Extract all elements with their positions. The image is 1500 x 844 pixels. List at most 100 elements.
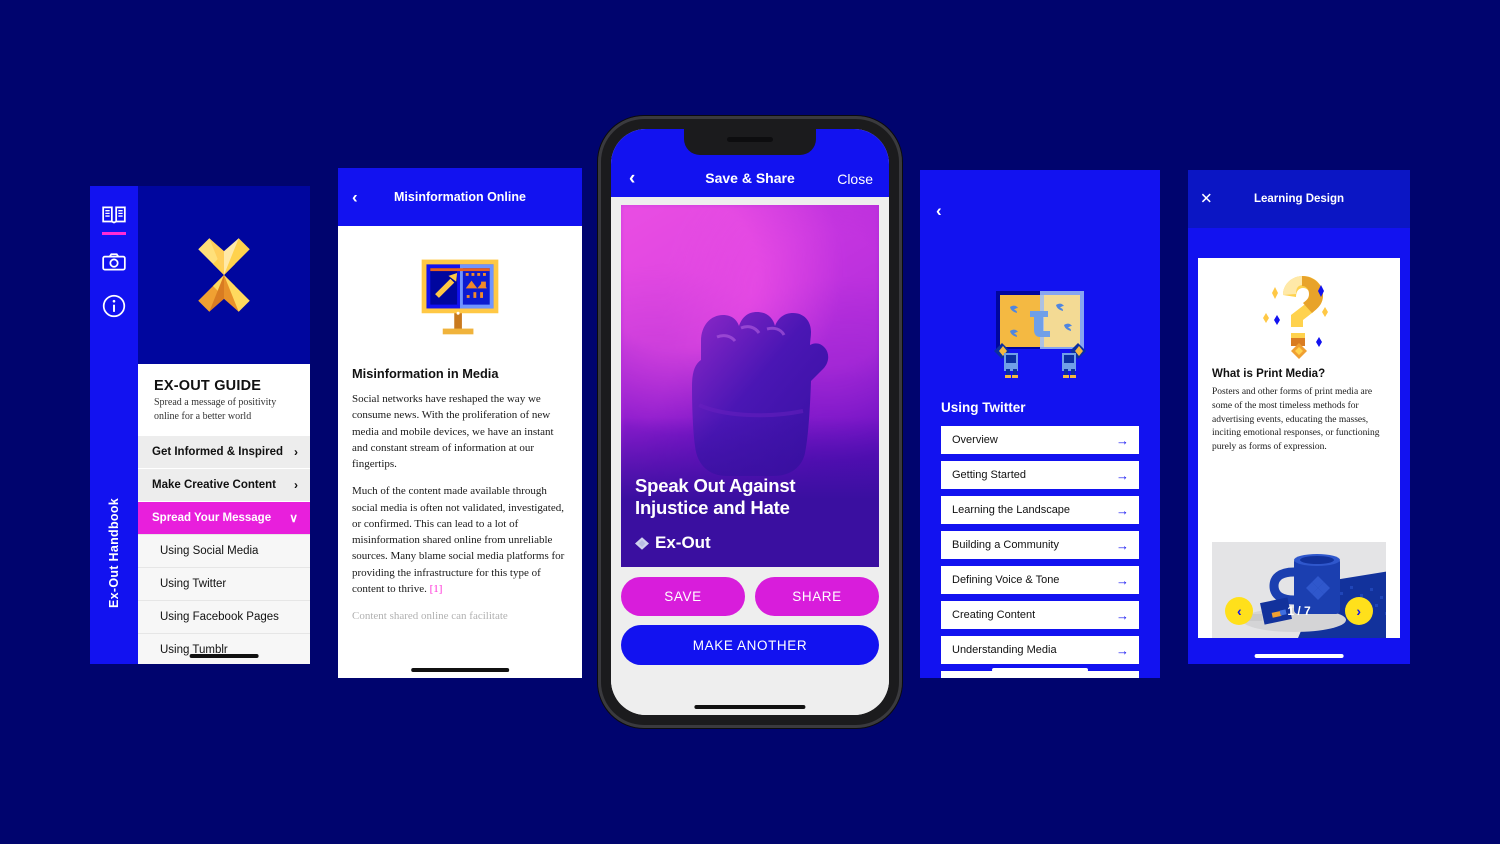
article-paragraph-1: Social networks have reshaped the way we…: [352, 393, 554, 471]
poster-composition: EX-OUT GUIDE Spread a message of positiv…: [0, 0, 1500, 844]
topic-row-creating-content[interactable]: Creating Content →: [941, 601, 1139, 629]
home-indicator: [189, 654, 259, 658]
ex-out-x-logo-icon: [198, 238, 250, 312]
chevron-right-icon: ›: [294, 478, 298, 492]
carousel-next-button[interactable]: ›: [1344, 597, 1373, 625]
topic-row-understanding-media[interactable]: Understanding Media →: [941, 636, 1139, 664]
nav-item-spread-your-message[interactable]: Spread Your Message ∨: [138, 501, 310, 534]
home-indicator: [694, 705, 806, 709]
nav-subitem-using-social-media[interactable]: Using Social Media: [138, 534, 310, 567]
nav-item-label: Get Informed & Inspired: [152, 446, 283, 458]
nav-item-make-creative-content[interactable]: Make Creative Content ›: [138, 468, 310, 501]
make-another-button[interactable]: MAKE ANOTHER: [621, 625, 879, 665]
arrow-right-icon: →: [1116, 502, 1129, 518]
info-icon[interactable]: [101, 293, 127, 319]
ex-out-logo-hero: [138, 186, 310, 364]
close-button[interactable]: Close: [837, 171, 873, 187]
question-mark-icon: [1198, 258, 1400, 368]
vertical-brand-label-text: Ex-Out Handbook: [107, 497, 121, 609]
save-share-body: Speak Out Against Injustice and Hate Ex-…: [611, 197, 889, 715]
chevron-right-icon: ›: [294, 445, 298, 459]
topic-label: Building a Community: [952, 539, 1059, 551]
topic-row-getting-started[interactable]: Getting Started →: [941, 461, 1139, 489]
topic-list: Overview → Getting Started → Learning th…: [941, 426, 1139, 678]
home-indicator: [1254, 654, 1344, 658]
generated-poster[interactable]: Speak Out Against Injustice and Hate Ex-…: [621, 205, 879, 567]
arrow-right-icon: →: [1116, 642, 1129, 658]
topic-row-defining-voice-and-tone[interactable]: Defining Voice & Tone →: [941, 566, 1139, 594]
arrow-right-icon: →: [1116, 467, 1129, 483]
poster-headline: Speak Out Against Injustice and Hate: [635, 474, 796, 518]
arrow-right-icon: →: [1116, 537, 1129, 553]
article-paragraph-3-clipped: Content shared online can facilitate: [352, 610, 508, 623]
article-paragraph-2: Much of the content made available throu…: [352, 483, 568, 597]
home-indicator: [992, 668, 1088, 672]
nav-item-get-informed[interactable]: Get Informed & Inspired ›: [138, 435, 310, 468]
guide-nav-body: EX-OUT GUIDE Spread a message of positiv…: [138, 364, 310, 664]
topic-label: Learning the Landscape: [952, 504, 1071, 516]
poster-action-row: SAVE SHARE: [621, 577, 879, 616]
book-icon[interactable]: [101, 202, 127, 228]
topic-label: Overview: [952, 434, 998, 446]
left-icon-rail: Ex-Out Handbook: [90, 186, 138, 664]
image-carousel-controls: ‹ 1 / 7 ›: [1212, 596, 1386, 626]
arrow-right-icon: →: [1116, 432, 1129, 448]
save-button[interactable]: SAVE: [621, 577, 745, 616]
topic-label: Creating Content: [952, 609, 1036, 621]
topic-row-overview[interactable]: Overview →: [941, 426, 1139, 454]
home-indicator: [411, 668, 509, 672]
back-icon[interactable]: ‹: [629, 169, 635, 188]
topic-label: Defining Voice & Tone: [952, 574, 1060, 586]
article-header: ‹ Misinformation Online: [338, 168, 582, 226]
topic-label: Getting Started: [952, 469, 1026, 481]
back-icon[interactable]: ‹: [352, 189, 358, 206]
learning-design-screen: ✕ Learning Design What is Print Media? P…: [1188, 170, 1410, 664]
page-title: EX-OUT GUIDE: [154, 378, 262, 394]
nav-subitem-label: Using Social Media: [160, 545, 259, 557]
active-tab-underline: [102, 232, 126, 235]
phone-screen: ‹ Save & Share Close Speak Out Against I…: [611, 129, 889, 715]
nav-item-label: Make Creative Content: [152, 479, 276, 491]
section-heading: Using Twitter: [941, 400, 1026, 415]
article-content: Misinformation in Media Social networks …: [338, 226, 582, 678]
carousel-pager: 1 / 7: [1287, 604, 1311, 618]
carousel-prev-button[interactable]: ‹: [1225, 597, 1254, 625]
close-icon[interactable]: ✕: [1200, 192, 1213, 207]
topic-row-clipped[interactable]: [941, 671, 1139, 678]
poster-text-block: Speak Out Against Injustice and Hate Ex-…: [635, 475, 865, 553]
nav-subitem-label: Using Twitter: [160, 578, 227, 590]
poster-brand: Ex-Out: [635, 533, 865, 553]
ex-out-mark-icon: [635, 536, 649, 550]
guide-nav-screen: EX-OUT GUIDE Spread a message of positiv…: [90, 186, 310, 664]
using-twitter-screen: ‹ Using Twitter Overview → Getting Start…: [920, 170, 1160, 678]
learning-design-header: ✕ Learning Design: [1188, 170, 1410, 228]
topic-label: Understanding Media: [952, 644, 1057, 656]
nav-item-label: Spread Your Message: [152, 512, 272, 524]
camera-icon[interactable]: [101, 249, 127, 275]
nav-subitem-using-facebook-pages[interactable]: Using Facebook Pages: [138, 600, 310, 633]
save-share-title: Save & Share: [705, 170, 795, 186]
phone-speaker: [727, 137, 773, 142]
poster-brand-label: Ex-Out: [655, 533, 711, 552]
learning-design-title: Learning Design: [1253, 193, 1345, 205]
billboard-megaphone-icon: [352, 226, 568, 366]
article-heading: Misinformation in Media: [352, 366, 499, 381]
page-subtitle: Spread a message of positivity online fo…: [154, 397, 277, 422]
topic-row-learning-the-landscape[interactable]: Learning the Landscape →: [941, 496, 1139, 524]
topic-row-building-a-community[interactable]: Building a Community →: [941, 531, 1139, 559]
iphone-mockup: ‹ Save & Share Close Speak Out Against I…: [598, 116, 902, 728]
nav-subitem-label: Using Facebook Pages: [160, 611, 279, 623]
article-paragraph-2-text: Much of the content made available throu…: [352, 485, 565, 595]
share-button[interactable]: SHARE: [755, 577, 879, 616]
arrow-right-icon: →: [1116, 572, 1129, 588]
nav-subitem-using-tumblr[interactable]: Using Tumblr: [138, 633, 310, 664]
arrow-right-icon: →: [1116, 607, 1129, 623]
lesson-heading: What is Print Media?: [1212, 368, 1326, 380]
lesson-card: What is Print Media? Posters and other f…: [1198, 258, 1400, 638]
lesson-paragraph: Posters and other forms of print media a…: [1212, 387, 1380, 453]
back-icon[interactable]: ‹: [936, 202, 942, 219]
article-header-title: Misinformation Online: [394, 190, 526, 204]
nav-subitem-using-twitter[interactable]: Using Twitter: [138, 567, 310, 600]
article-reference-link[interactable]: [1]: [430, 583, 443, 595]
vertical-brand-label: Ex-Out Handbook: [90, 448, 138, 658]
